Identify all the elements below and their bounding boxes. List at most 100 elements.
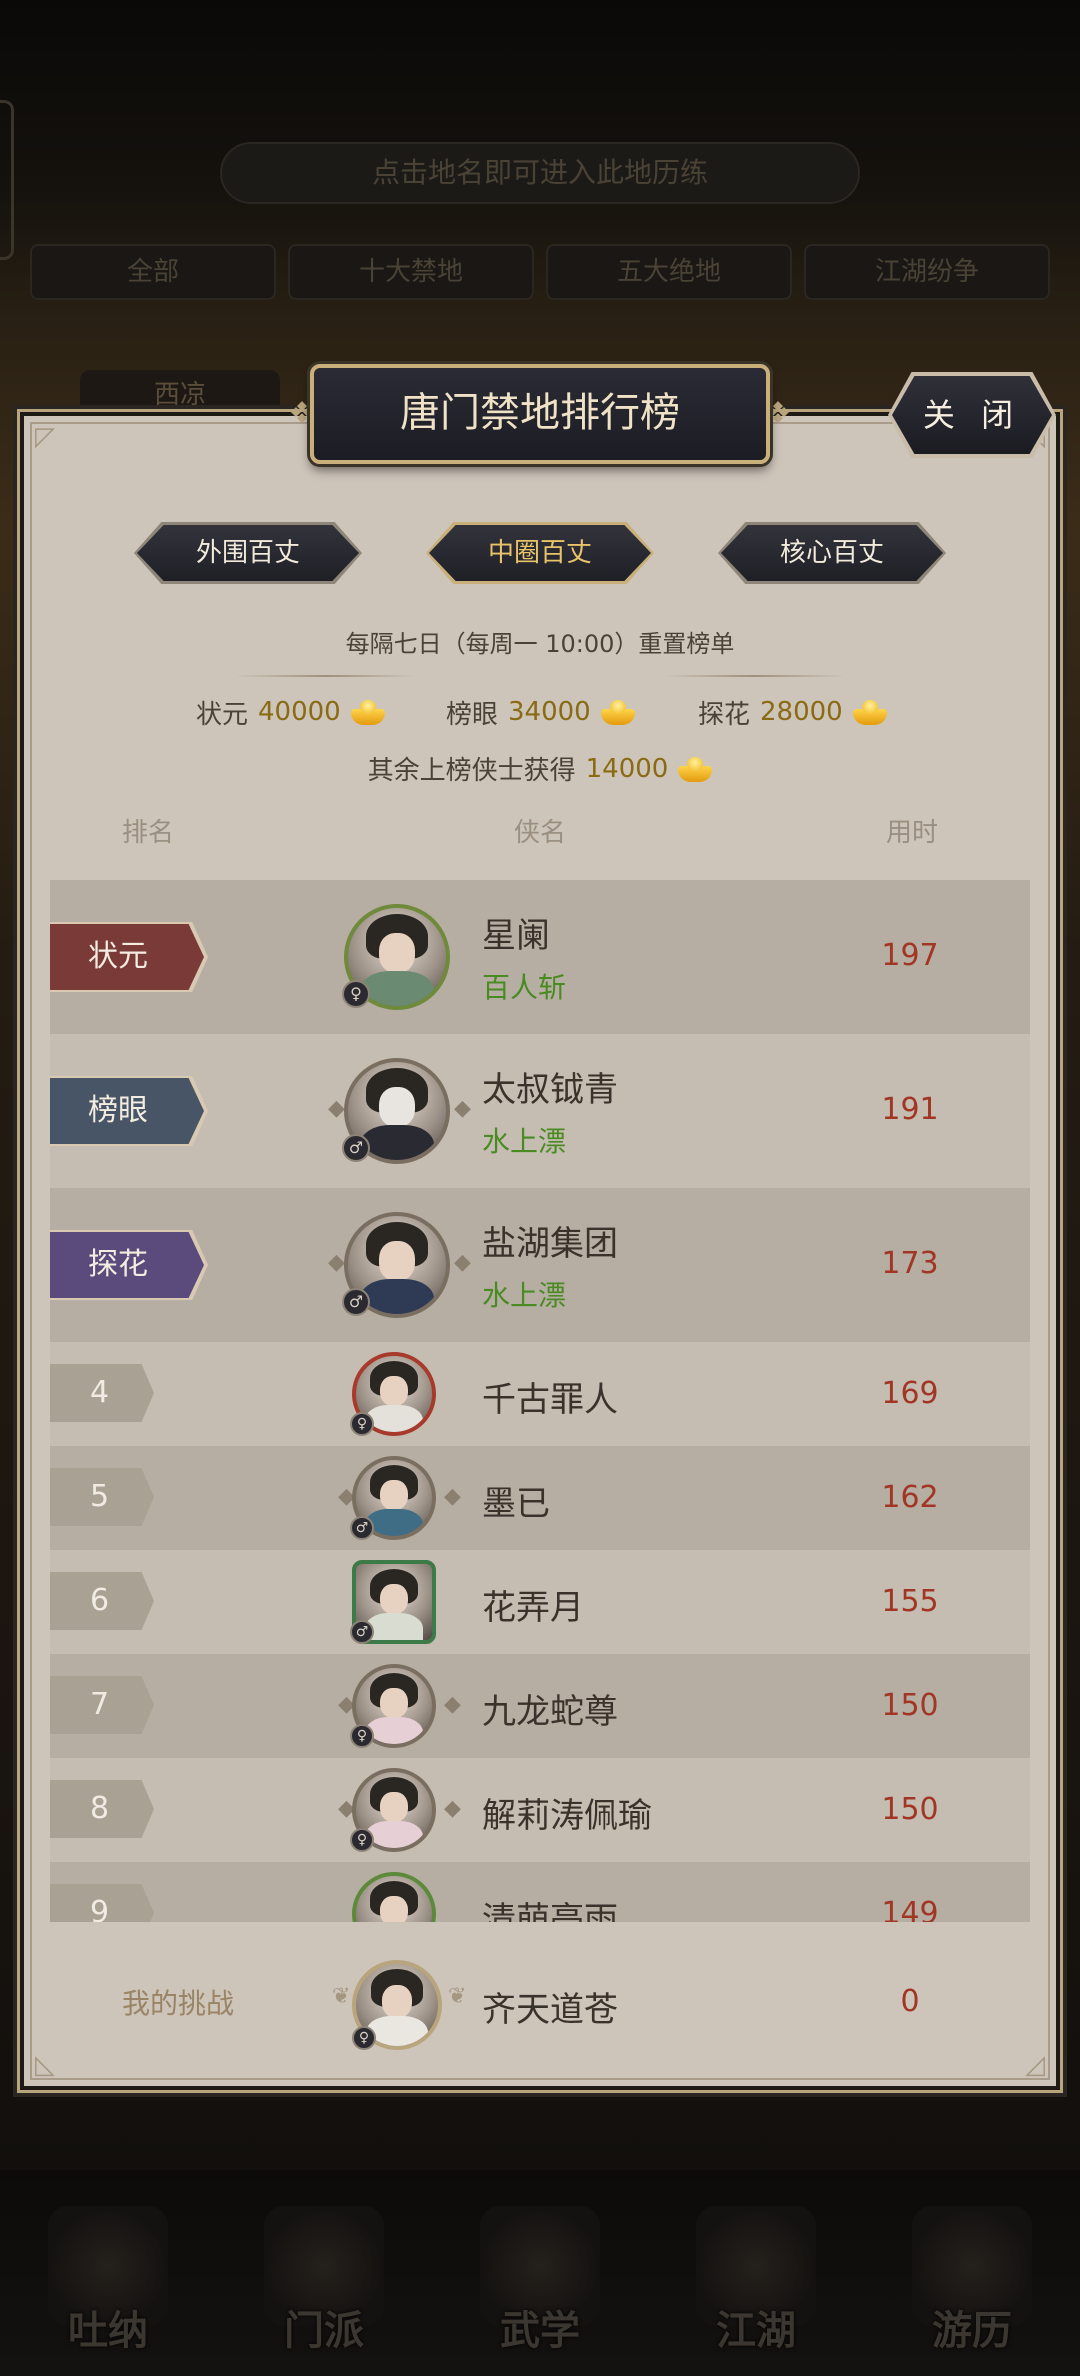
reward-others: 其余上榜侠士获得 14000	[0, 750, 1080, 787]
nav-travel: 游历	[887, 2186, 1057, 2356]
rank-badge: 8	[50, 1780, 154, 1838]
my-player-name: 齐天道苍	[482, 1990, 618, 2030]
gold-ingot-icon	[600, 699, 635, 725]
map-tab-jianghu: 江湖纷争	[804, 244, 1050, 300]
tab-label: 外围百丈	[137, 525, 359, 581]
player-name: 解莉涛佩瑜	[482, 1796, 652, 1836]
player-name: 九龙蛇尊	[482, 1692, 618, 1732]
reward-value: 14000	[585, 753, 669, 784]
corner-ornament-icon: ◸	[35, 422, 55, 452]
reward-label: 榜眼	[446, 699, 499, 730]
rank-badge: 榜眼	[50, 1078, 204, 1144]
nav-label: 江湖	[716, 2307, 796, 2354]
tab-core[interactable]: 核心百丈	[718, 522, 946, 584]
map-tab-ten-forbidden: 十大禁地	[288, 244, 534, 300]
nav-label: 门派	[284, 2307, 364, 2354]
rank-badge: 状元	[50, 924, 204, 990]
reset-notice: 每隔七日（每周一 10:00）重置榜单	[345, 630, 735, 658]
gold-ingot-icon	[350, 699, 385, 725]
column-header-name: 侠名	[514, 818, 567, 848]
reward-value: 40000	[258, 697, 341, 727]
player-time: 197	[881, 938, 939, 973]
map-tab-all: 全部	[30, 244, 276, 300]
male-icon: ♂	[350, 1620, 374, 1644]
player-name: 清萌亭雨	[482, 1900, 618, 1922]
avatar[interactable]	[352, 1872, 436, 1922]
bottom-nav: 吐纳 门派 武学 江湖 游历	[0, 2170, 1080, 2376]
ranking-row[interactable]: 4 ♀ 千古罪人 169	[50, 1342, 1030, 1446]
avatar-wing-icon: ◆	[444, 1484, 461, 1509]
rank-badge: 9	[50, 1884, 154, 1922]
player-time: 149	[881, 1896, 939, 1922]
male-icon: ♂	[342, 1288, 370, 1316]
reward-label: 探花	[698, 699, 751, 730]
male-icon: ♂	[350, 1516, 374, 1540]
side-panel-edge	[0, 100, 14, 260]
player-title: 百人斩	[482, 971, 567, 1004]
reward-label: 其余上榜侠士获得	[367, 756, 576, 786]
column-header-rank: 排名	[122, 818, 175, 848]
ranking-list[interactable]: 状元 ♀ 星阑 百人斩 197 榜眼 ◆ ◆ ♂ 太叔钺青 水上漂 191 探花…	[50, 880, 1030, 1922]
map-hint-banner: 点击地名即可进入此地历练	[220, 142, 860, 204]
ranking-row[interactable]: 8 ◆ ◆ ♀ 解莉涛佩瑜 150	[50, 1758, 1030, 1862]
nav-tuna: 吐纳	[23, 2186, 193, 2356]
player-name: 盐湖集团	[482, 1224, 618, 1264]
player-name: 千古罪人	[482, 1380, 618, 1420]
avatar-wing-icon: ◆	[454, 1250, 471, 1275]
gold-ingot-icon	[678, 756, 713, 782]
male-icon: ♂	[342, 1134, 370, 1162]
ranking-row[interactable]: 状元 ♀ 星阑 百人斩 197	[50, 880, 1030, 1034]
female-icon: ♀	[342, 980, 370, 1008]
nav-label: 游历	[932, 2307, 1012, 2354]
nav-label: 吐纳	[68, 2307, 148, 2354]
divider	[236, 675, 416, 677]
column-header-time: 用时	[886, 818, 939, 848]
player-time: 150	[881, 1792, 939, 1827]
ranking-row[interactable]: 5 ◆ ◆ ♂ 墨已 162	[50, 1446, 1030, 1550]
avatar-wing-icon: ◆	[328, 1250, 345, 1275]
rank-badge: 6	[50, 1572, 154, 1630]
gold-ingot-icon	[852, 699, 887, 725]
nav-jianghu: 江湖	[671, 2186, 841, 2356]
tab-middle[interactable]: 中圈百丈	[426, 522, 654, 584]
player-title: 水上漂	[482, 1125, 567, 1158]
player-name: 花弄月	[482, 1588, 584, 1628]
close-button[interactable]: 关 闭	[892, 376, 1052, 454]
reward-value: 34000	[508, 697, 591, 727]
ranking-row[interactable]: 榜眼 ◆ ◆ ♂ 太叔钺青 水上漂 191	[50, 1034, 1030, 1188]
my-challenge-row: 我的挑战 ❦ ❦ ♀ 齐天道苍 0	[50, 1922, 1030, 2082]
avatar-wing-icon: ◆	[444, 1692, 461, 1717]
tab-label: 核心百丈	[721, 525, 943, 581]
tab-label: 中圈百丈	[429, 525, 651, 581]
player-time: 169	[881, 1376, 939, 1411]
ranking-row[interactable]: 6 ♂ 花弄月 155	[50, 1550, 1030, 1654]
reward-third: 探花 28000	[698, 692, 887, 732]
ranking-row[interactable]: 7 ◆ ◆ ♀ 九龙蛇尊 150	[50, 1654, 1030, 1758]
reward-row: 状元 40000 榜眼 34000 探花 28000	[0, 692, 1080, 732]
ranking-row[interactable]: 探花 ◆ ◆ ♂ 盐湖集团 水上漂 173	[50, 1188, 1030, 1342]
nav-martial-arts: 武学	[455, 2186, 625, 2356]
female-icon: ♀	[352, 2026, 376, 2050]
divider	[664, 675, 844, 677]
player-name: 星阑	[482, 916, 550, 956]
reward-second: 榜眼 34000	[446, 692, 635, 732]
player-time: 155	[881, 1584, 939, 1619]
reward-value: 28000	[760, 697, 843, 727]
avatar-wing-icon: ❦	[448, 1984, 467, 2009]
player-time: 173	[881, 1246, 939, 1281]
player-time: 191	[881, 1092, 939, 1127]
rank-badge: 4	[50, 1364, 154, 1422]
player-title: 水上漂	[482, 1279, 567, 1312]
ranking-row[interactable]: 9 清萌亭雨 149	[50, 1862, 1030, 1922]
dialog-title: 唐门禁地排行榜	[310, 364, 770, 464]
rank-badge: 5	[50, 1468, 154, 1526]
female-icon: ♀	[350, 1724, 374, 1748]
nav-sect: 门派	[239, 2186, 409, 2356]
avatar-wing-icon: ◆	[444, 1796, 461, 1821]
avatar-wing-icon: ◆	[328, 1096, 345, 1121]
map-filter-tabs: 全部 十大禁地 五大绝地 江湖纷争	[30, 244, 1050, 300]
player-name: 太叔钺青	[482, 1070, 618, 1110]
reward-label: 状元	[196, 699, 249, 730]
tab-outer[interactable]: 外围百丈	[134, 522, 362, 584]
player-name: 墨已	[482, 1484, 550, 1524]
